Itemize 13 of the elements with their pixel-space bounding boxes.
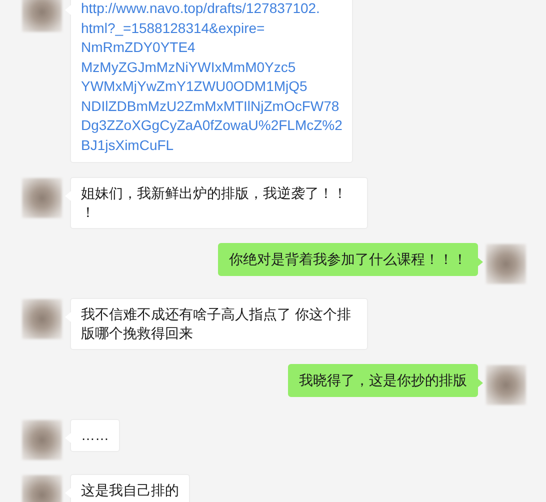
message-link[interactable]: http://www.navo.top/drafts/127837102. html?_=1588128314&expire= NmRmZDY0YTE4 MzMyZGJmMzNiYWIxMmM0Yzc5 YWMxMjYwZmY1ZWU0ODM1MjQ5 NDIlZDBmMzU2ZmMxMTIlNjZmOcFW78 Dg3ZZoXGgCyZaA0fZowaU%2FLMcZ%2 BJ1jsXimCuFL: [81, 0, 342, 155]
message-text: 姐妹们，我新鲜出炉的排版，我逆袭了！！！: [81, 184, 348, 222]
avatar[interactable]: [22, 178, 62, 218]
avatar[interactable]: [22, 420, 62, 460]
avatar[interactable]: [22, 0, 62, 32]
message-text: 你绝对是背着我参加了什么课程！！！: [229, 250, 467, 269]
message-text: 这是我自己排的: [81, 481, 179, 500]
avatar[interactable]: [486, 365, 526, 405]
avatar[interactable]: [22, 299, 62, 339]
message-text: 我晓得了，这是你抄的排版: [299, 371, 467, 390]
message-text: ……: [81, 426, 109, 445]
avatar[interactable]: [486, 244, 526, 284]
message-text: 我不信难不成还有啥子高人指点了 你这个排版哪个挽救得回来: [81, 305, 352, 343]
